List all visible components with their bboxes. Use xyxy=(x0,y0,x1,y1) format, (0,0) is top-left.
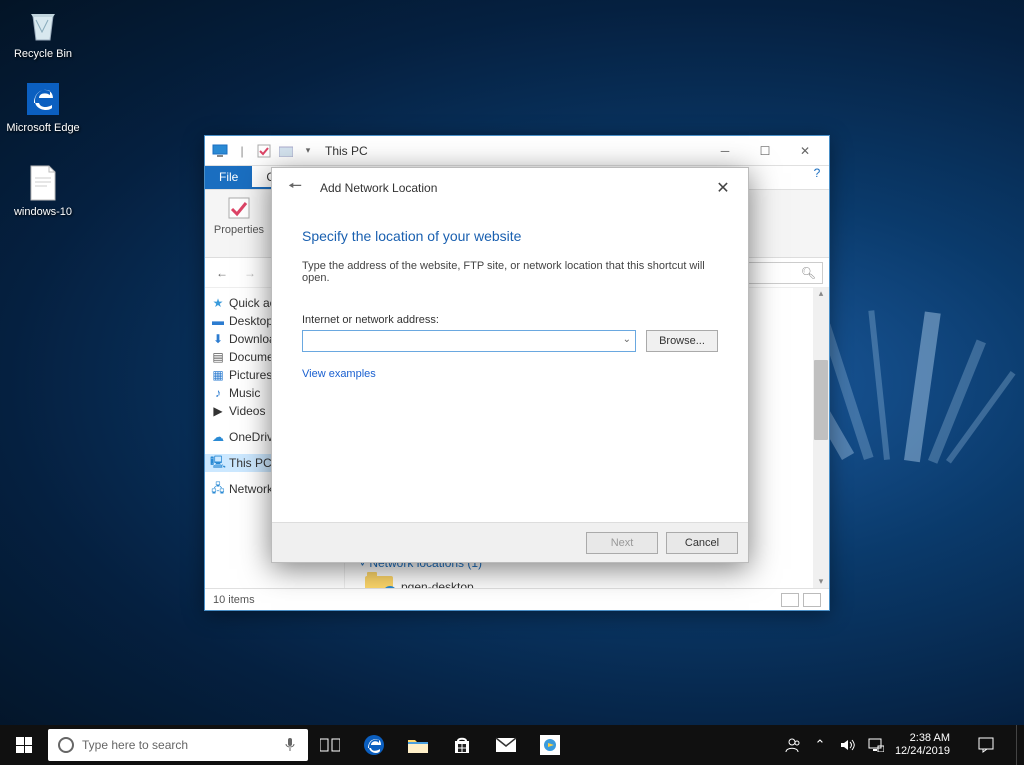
view-details-icon[interactable] xyxy=(781,593,799,607)
folder-icon xyxy=(365,576,393,588)
maximize-button[interactable]: ☐ xyxy=(745,137,785,165)
start-button[interactable] xyxy=(0,725,48,765)
taskbar-explorer-icon[interactable] xyxy=(396,725,440,765)
doc-icon: ▤ xyxy=(211,350,225,364)
clock-time: 2:38 AM xyxy=(895,732,950,745)
dialog-title: Add Network Location xyxy=(320,181,437,195)
cortana-icon xyxy=(58,737,74,753)
properties-qat-icon[interactable] xyxy=(255,142,273,160)
people-icon[interactable] xyxy=(783,736,801,754)
cloud-icon: ☁ xyxy=(211,430,225,444)
scroll-thumb[interactable] xyxy=(814,360,828,440)
down-icon: ⬇ xyxy=(211,332,225,346)
quick-access-toolbar: | ▾ xyxy=(211,142,317,160)
tab-file[interactable]: File xyxy=(205,166,252,189)
qat-dropdown-icon[interactable]: ▾ xyxy=(299,142,317,160)
wallpaper-rays xyxy=(824,300,1004,460)
vid-icon: ▶ xyxy=(211,404,225,418)
dialog-instruction: Type the address of the website, FTP sit… xyxy=(302,260,718,284)
navpane-item-label: Videos xyxy=(229,404,265,418)
navpane-item-label: Pictures xyxy=(229,368,272,382)
navpane-item-label: Music xyxy=(229,386,260,400)
address-input[interactable]: ⌄ xyxy=(302,330,636,352)
taskbar-mail-icon[interactable] xyxy=(484,725,528,765)
taskbar-clock[interactable]: 2:38 AM 12/24/2019 xyxy=(895,732,956,758)
taskbar-store-icon[interactable] xyxy=(440,725,484,765)
add-network-location-dialog: 🠔 Add Network Location ✕ Specify the loc… xyxy=(271,167,749,563)
pc-icon[interactable] xyxy=(211,142,229,160)
taskbar-edge-icon[interactable] xyxy=(352,725,396,765)
properties-icon xyxy=(225,194,253,222)
scroll-up-icon[interactable]: ▴ xyxy=(819,288,824,300)
search-placeholder: Type here to search xyxy=(82,738,188,752)
close-icon[interactable]: ✕ xyxy=(708,175,738,201)
back-button[interactable]: ← xyxy=(211,262,233,284)
desktop-icon-label: Microsoft Edge xyxy=(6,122,80,134)
pc-icon: 🖳 xyxy=(211,456,225,470)
forward-button[interactable]: → xyxy=(239,262,261,284)
dialog-titlebar[interactable]: 🠔 Add Network Location ✕ xyxy=(272,168,748,208)
status-bar: 10 items xyxy=(205,588,829,610)
volume-icon[interactable] xyxy=(839,736,857,754)
next-button[interactable]: Next xyxy=(586,532,658,554)
chevron-down-icon[interactable]: ⌄ xyxy=(623,334,631,345)
tray-overflow-icon[interactable]: ⌃ xyxy=(811,736,829,754)
desktop-icon-file[interactable]: windows-10 xyxy=(6,162,80,218)
qat-divider: | xyxy=(233,142,251,160)
task-view-button[interactable] xyxy=(308,725,352,765)
view-large-icon[interactable] xyxy=(803,593,821,607)
microphone-icon[interactable] xyxy=(284,737,298,753)
taskbar-app-icon[interactable] xyxy=(528,725,572,765)
net-icon: 🖧 xyxy=(211,482,225,496)
navpane-item-label: Network xyxy=(229,482,273,496)
windows-logo-icon xyxy=(16,737,32,753)
desktop-icon-recycle-bin[interactable]: Recycle Bin xyxy=(6,4,80,60)
text-file-icon xyxy=(22,162,64,204)
music-icon: ♪ xyxy=(211,386,225,400)
close-button[interactable]: ✕ xyxy=(785,137,825,165)
desktop-icon-edge[interactable]: Microsoft Edge xyxy=(6,78,80,134)
navpane-item-label: Desktop xyxy=(229,314,273,328)
recycle-bin-icon xyxy=(22,4,64,46)
folder-icon: ▬ xyxy=(211,314,225,328)
scrollbar[interactable]: ▴ ▾ xyxy=(813,288,829,588)
search-icon: 🔍︎ xyxy=(801,266,816,280)
taskbar-search[interactable]: Type here to search xyxy=(48,729,308,761)
minimize-button[interactable]: ─ xyxy=(705,137,745,165)
help-icon[interactable]: ? xyxy=(805,166,829,189)
navpane-item-label: This PC xyxy=(229,456,272,470)
back-icon[interactable]: 🠔 xyxy=(282,175,308,201)
item-label: pgen-desktop xyxy=(401,580,474,588)
dialog-footer: Next Cancel xyxy=(272,522,748,562)
pic-icon: ▦ xyxy=(211,368,225,382)
ribbon-properties-button[interactable]: Properties xyxy=(213,194,265,253)
network-location-item[interactable]: pgen-desktop xyxy=(345,572,829,588)
network-icon[interactable] xyxy=(867,736,885,754)
window-title: This PC xyxy=(325,144,368,158)
view-examples-link[interactable]: View examples xyxy=(302,368,376,380)
desktop-icon-label: Recycle Bin xyxy=(6,48,80,60)
cancel-button[interactable]: Cancel xyxy=(666,532,738,554)
show-desktop-button[interactable] xyxy=(1016,725,1022,765)
taskbar: Type here to search ⌃ 2:38 AM 12/24/2019 xyxy=(0,725,1024,765)
clock-date: 12/24/2019 xyxy=(895,745,950,758)
star-icon: ★ xyxy=(211,296,225,310)
desktop-icon-label: windows-10 xyxy=(6,206,80,218)
browse-button[interactable]: Browse... xyxy=(646,330,718,352)
status-item-count: 10 items xyxy=(213,594,255,606)
address-field-label: Internet or network address: xyxy=(302,314,718,326)
action-center-icon[interactable] xyxy=(966,725,1006,765)
titlebar[interactable]: | ▾ This PC ─ ☐ ✕ xyxy=(205,136,829,166)
dialog-heading: Specify the location of your website xyxy=(302,228,718,244)
folder-qat-icon[interactable] xyxy=(277,142,295,160)
scroll-down-icon[interactable]: ▾ xyxy=(819,576,824,588)
edge-icon xyxy=(22,78,64,120)
